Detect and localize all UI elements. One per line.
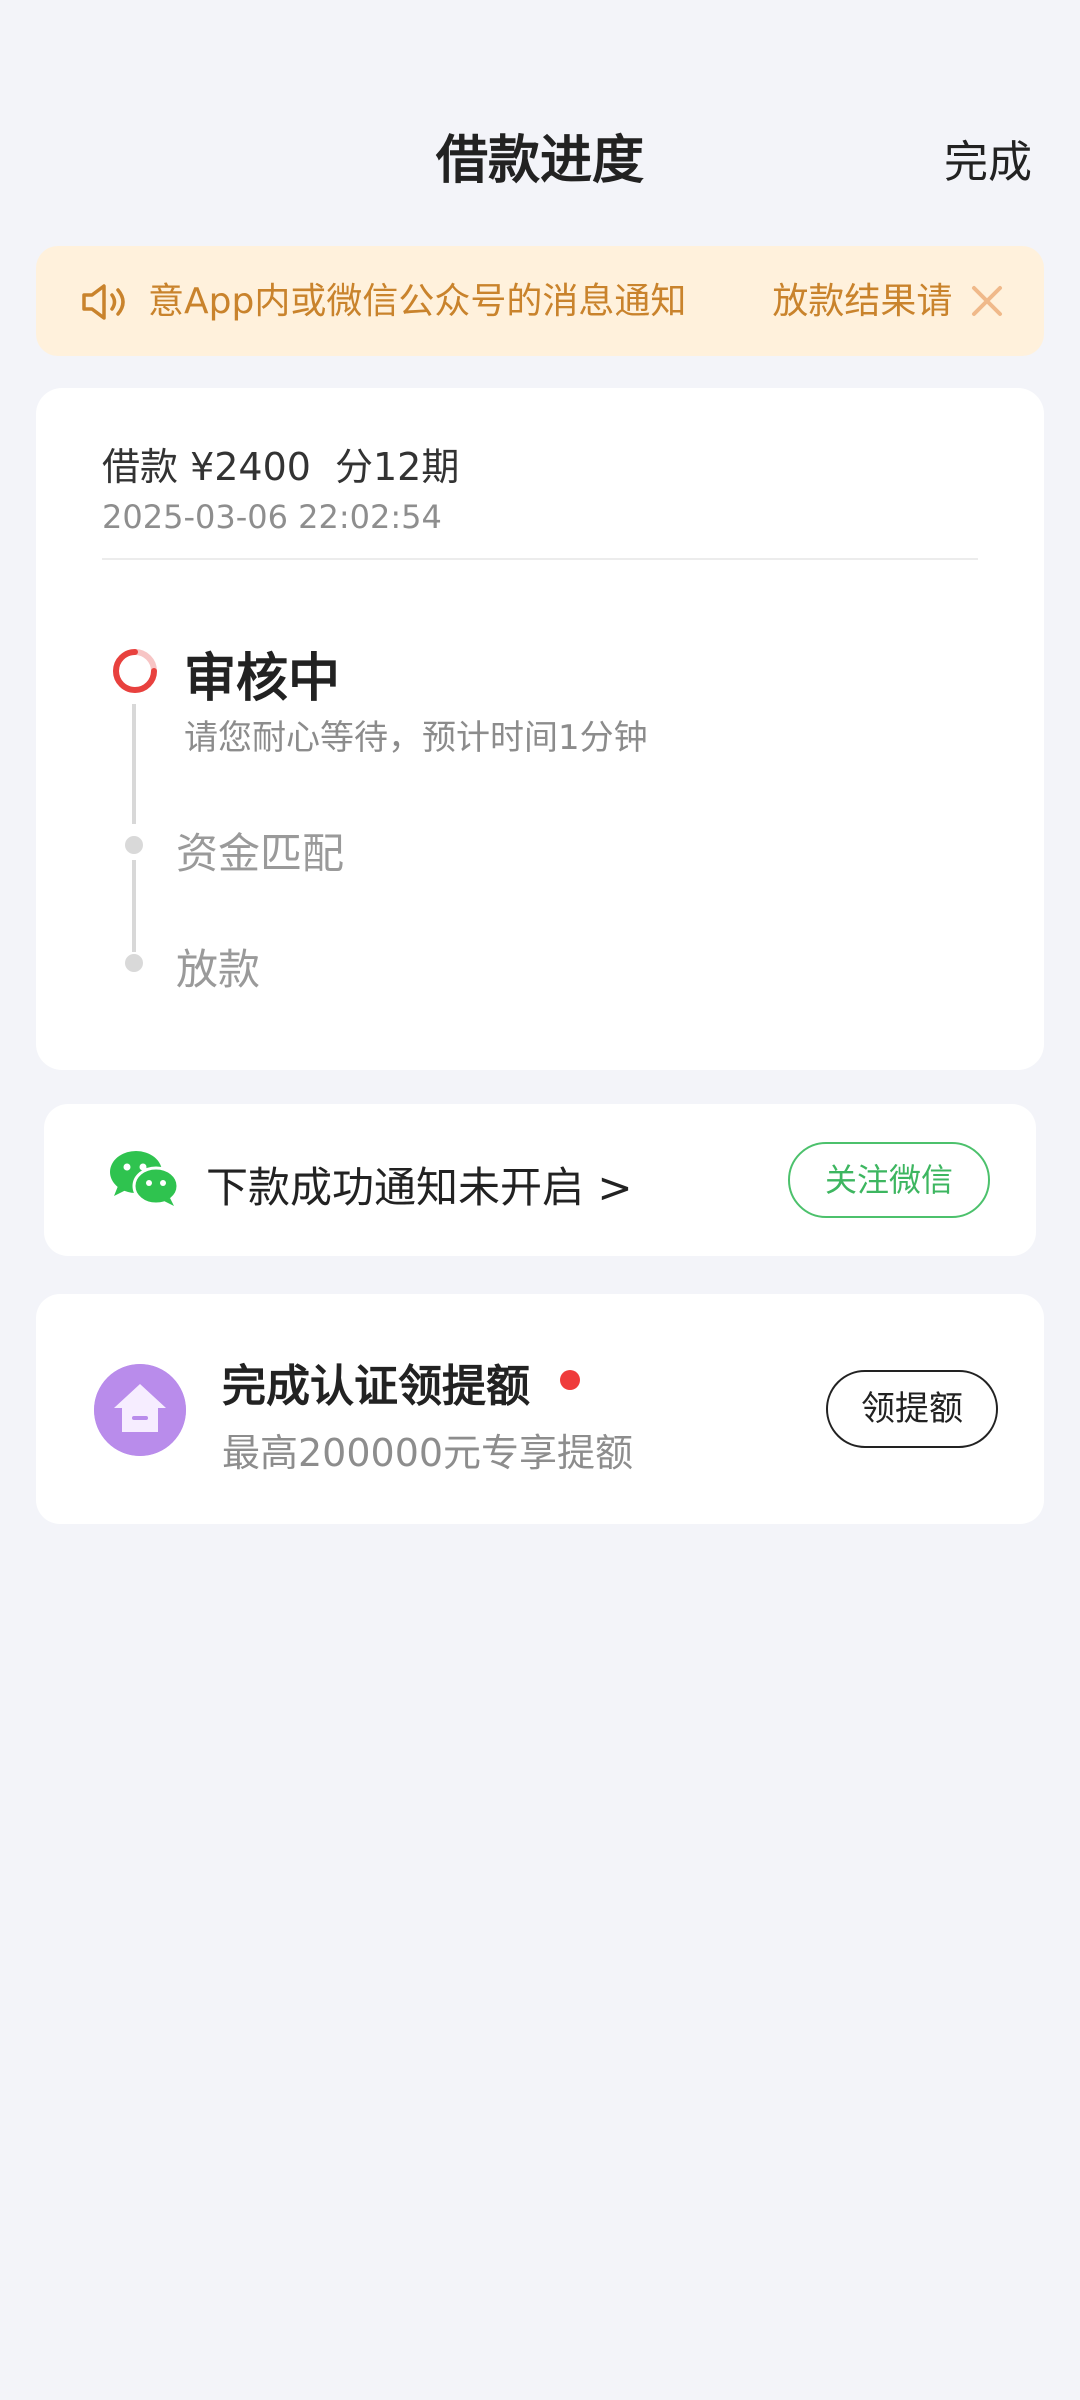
step-dot bbox=[125, 836, 143, 854]
wechat-notify-text[interactable]: 下款成功通知未开启 > bbox=[206, 1154, 633, 1215]
done-button[interactable]: 完成 bbox=[944, 126, 1032, 190]
loan-progress-card: 借款 ¥2400 分12期 2025-03-06 22:02:54 审核中 请您耐… bbox=[36, 388, 1044, 1070]
in-progress-icon bbox=[113, 649, 157, 693]
timeline-connector bbox=[132, 860, 136, 952]
wechat-notify-card[interactable]: 下款成功通知未开启 > 关注微信 bbox=[44, 1104, 1036, 1256]
step-title: 资金匹配 bbox=[176, 829, 345, 878]
notification-badge bbox=[560, 1370, 580, 1390]
loan-summary: 借款 ¥2400 分12期 bbox=[102, 436, 459, 491]
wechat-icon bbox=[110, 1151, 180, 1206]
speaker-icon bbox=[82, 284, 125, 320]
loan-amount: 借款 ¥2400 bbox=[102, 445, 311, 489]
notice-banner: 意App内或微信公众号的消息通知 放款结果请 bbox=[36, 246, 1044, 356]
notice-text-part1: 意App内或微信公众号的消息通知 bbox=[148, 281, 687, 322]
certification-card[interactable]: 完成认证领提额 最高200000元专享提额 领提额 bbox=[36, 1294, 1044, 1524]
step-dot bbox=[125, 954, 143, 972]
page-title: 借款进度 bbox=[435, 131, 644, 191]
notice-text-part2: 放款结果请 bbox=[772, 281, 953, 322]
notice-text: 意App内或微信公众号的消息通知 放款结果请 bbox=[148, 276, 968, 328]
step-active-description: 请您耐心等待，预计时间1分钟 bbox=[184, 718, 648, 758]
house-icon bbox=[94, 1364, 186, 1456]
timeline-connector bbox=[132, 704, 136, 824]
loan-datetime: 2025-03-06 22:02:54 bbox=[102, 498, 442, 536]
step-active-title: 审核中 bbox=[184, 649, 341, 709]
divider bbox=[102, 558, 978, 560]
cert-title: 完成认证领提额 bbox=[222, 1361, 530, 1412]
loan-term: 分12期 bbox=[334, 445, 460, 489]
close-icon[interactable] bbox=[960, 274, 1014, 328]
claim-limit-button[interactable]: 领提额 bbox=[826, 1370, 998, 1448]
step-title: 放款 bbox=[176, 945, 261, 994]
follow-wechat-button[interactable]: 关注微信 bbox=[788, 1142, 990, 1218]
cert-subtitle: 最高200000元专享提额 bbox=[222, 1431, 634, 1475]
